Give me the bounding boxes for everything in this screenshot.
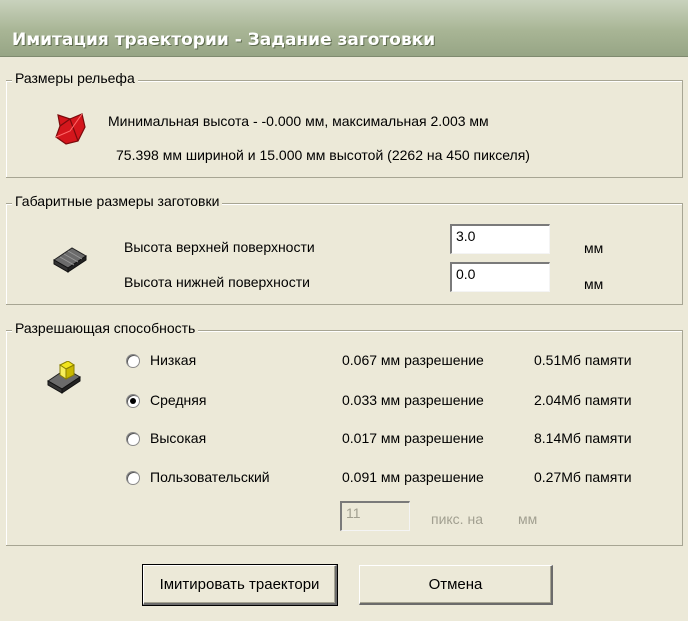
top-surface-label: Высота верхней поверхности [124,239,315,255]
top-surface-height-input[interactable]: 3.0 [450,224,550,254]
resolution-custom-radio[interactable] [126,471,140,485]
window-title: Имитация траектории - Задание заготовки [12,30,436,50]
resolution-high-memory: 8.14Мб памяти [534,430,632,446]
custom-pixels-unit: пикс. на [431,511,483,527]
resolution-medium-memory: 2.04Мб памяти [534,392,632,408]
resolution-medium-label[interactable]: Средняя [150,392,206,408]
bottom-surface-height-input[interactable]: 0.0 [450,262,550,292]
relief-height-info: Минимальная высота - -0.000 мм, максимал… [108,113,489,129]
relief-icon [52,111,88,147]
resolution-custom-memory: 0.27Мб памяти [534,469,632,485]
resolution-icon [44,360,84,395]
resolution-group-legend: Разрешающая способность [12,320,199,336]
relief-group: Размеры рельефа Минимальная высота - -0.… [6,70,683,178]
resolution-high-detail: 0.017 мм разрешение [342,430,484,446]
title-bar[interactable]: Имитация траектории - Задание заготовки [0,0,688,57]
blank-size-group-legend: Габаритные размеры заготовки [12,193,223,209]
bottom-surface-unit: мм [584,276,604,292]
resolution-high-label[interactable]: Высокая [150,430,206,446]
blank-block-icon [50,244,90,274]
resolution-custom-detail: 0.091 мм разрешение [342,469,484,485]
resolution-medium-detail: 0.033 мм разрешение [342,392,484,408]
resolution-low-detail: 0.067 мм разрешение [342,352,484,368]
resolution-custom-label[interactable]: Пользовательский [150,469,270,485]
relief-group-legend: Размеры рельефа [12,70,138,86]
resolution-low-memory: 0.51Мб памяти [534,352,632,368]
bottom-surface-label: Высота нижней поверхности [124,274,310,290]
resolution-group: Разрешающая способность Низкая 0.067 мм … [6,320,683,546]
blank-size-group: Габаритные размеры заготовки Высота верх… [6,193,683,305]
resolution-low-radio[interactable] [126,354,140,368]
resolution-medium-radio[interactable] [126,394,140,408]
custom-mm-unit: мм [518,511,538,527]
cancel-button[interactable]: Отмена [359,565,553,605]
resolution-high-radio[interactable] [126,432,140,446]
relief-size-info: 75.398 мм шириной и 15.000 мм высотой (2… [116,147,530,163]
custom-pixels-per-mm-input[interactable]: 11 [340,501,410,531]
resolution-low-label[interactable]: Низкая [150,352,196,368]
top-surface-unit: мм [584,240,604,256]
simulate-toolpath-button[interactable]: Імитировать траектори [142,564,338,606]
